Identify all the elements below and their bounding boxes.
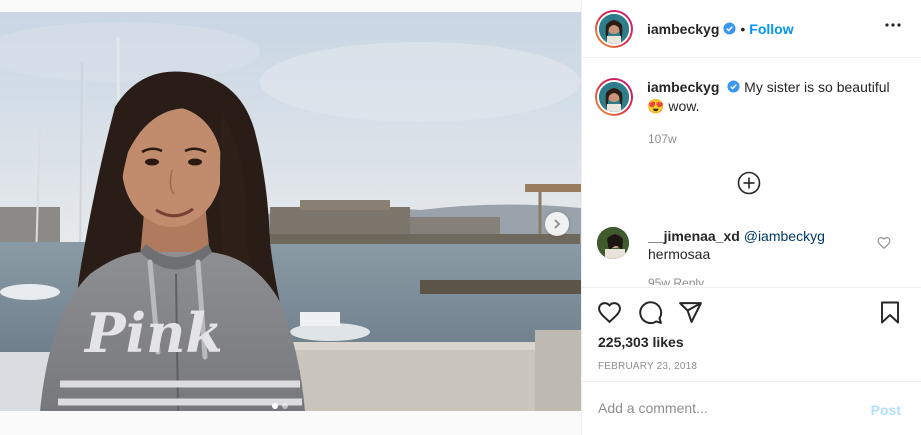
caption-avatar[interactable] xyxy=(595,78,633,116)
share-icon[interactable] xyxy=(678,300,703,325)
post-date[interactable]: FEBRUARY 23, 2018 xyxy=(598,361,697,372)
header-separator: • xyxy=(740,20,746,37)
comment-heart-icon[interactable] xyxy=(877,236,891,250)
more-options-icon[interactable] xyxy=(884,16,902,34)
carousel-dot xyxy=(282,403,288,409)
comment-icon[interactable] xyxy=(638,300,663,325)
comment-input[interactable] xyxy=(598,400,848,416)
heart-icon[interactable] xyxy=(597,300,622,325)
caption-text: iambeckyg My sister is so beautiful 😍 wo… xyxy=(647,78,899,116)
caption: iambeckyg My sister is so beautiful 😍 wo… xyxy=(595,78,915,116)
avatar-image xyxy=(597,227,629,259)
follow-button[interactable]: Follow xyxy=(749,21,793,37)
caption-body: My sister is so beautiful xyxy=(744,79,890,95)
comment-item: __jimenaa_xd @iambeckyg hermosaa xyxy=(597,227,917,263)
plus-circle-icon[interactable] xyxy=(737,171,761,195)
carousel-next-button[interactable] xyxy=(545,212,569,236)
carousel-indicator xyxy=(272,403,288,409)
bookmark-icon[interactable] xyxy=(878,300,902,325)
carousel-dot-active xyxy=(272,403,278,409)
likes-count[interactable]: 225,303 likes xyxy=(598,334,684,350)
comment-text: hermosaa xyxy=(648,246,711,262)
verified-badge-icon xyxy=(723,22,736,35)
commenter-avatar[interactable] xyxy=(597,227,629,259)
caption-username[interactable]: iambeckyg xyxy=(647,79,719,95)
comment-mention[interactable]: @iambeckyg xyxy=(744,228,825,244)
add-comment-bar: Post xyxy=(582,381,921,435)
photo-scene: Pink xyxy=(0,12,581,411)
verified-badge-icon xyxy=(727,80,740,93)
sweatshirt-text: Pink xyxy=(83,301,223,365)
comment-body: __jimenaa_xd @iambeckyg hermosaa xyxy=(648,227,878,263)
action-bar: 225,303 likes FEBRUARY 23, 2018 xyxy=(582,287,921,381)
post-header: iambeckyg • Follow xyxy=(582,0,921,58)
avatar-image xyxy=(599,82,629,112)
header-username[interactable]: iambeckyg xyxy=(647,21,719,37)
avatar[interactable] xyxy=(595,9,633,48)
comment-meta[interactable]: 95w Reply xyxy=(648,276,704,285)
post-comment-button[interactable]: Post xyxy=(871,402,901,418)
instagram-post: Pink iambeckyg • Follow iambeckyg My sis… xyxy=(0,0,921,435)
commenter-username[interactable]: __jimenaa_xd xyxy=(648,228,740,244)
heart-eyes-emoji: 😍 xyxy=(647,98,665,114)
post-details-panel: iambeckyg • Follow iambeckyg My sister i… xyxy=(581,0,921,435)
caption-suffix: wow. xyxy=(668,98,700,114)
post-photo[interactable]: Pink xyxy=(0,12,581,411)
chevron-right-icon xyxy=(554,219,561,229)
caption-time-ago[interactable]: 107w xyxy=(648,132,677,146)
avatar-image xyxy=(599,13,629,44)
